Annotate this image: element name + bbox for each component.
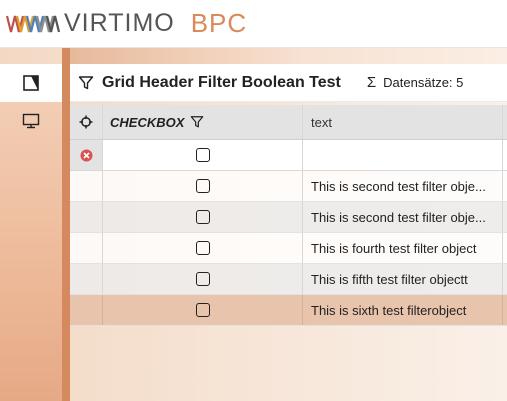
- row-marker: [70, 264, 103, 294]
- grid-header-row: CHECKBOX text: [70, 105, 507, 140]
- table-row[interactable]: This is fifth test filter objectt: [70, 264, 507, 295]
- row-checkbox[interactable]: [195, 272, 210, 286]
- column-header-checkbox-label: CHECKBOX: [110, 114, 185, 130]
- row-marker: [70, 202, 103, 232]
- text-cell: This is sixth test filterobject: [303, 295, 503, 325]
- panel-toolbar: Grid Header Filter Boolean Test Σ Datens…: [70, 64, 507, 102]
- table-row[interactable]: This is second test filter obje...: [70, 202, 507, 233]
- row-checkbox[interactable]: [195, 303, 210, 317]
- column-header-text[interactable]: text: [303, 105, 503, 139]
- brand-logo[interactable]: VIRTIMO BPC: [0, 0, 247, 48]
- main-panel: Grid Header Filter Boolean Test Σ Datens…: [70, 64, 507, 401]
- clear-filter-cell[interactable]: [70, 140, 103, 170]
- grid-filter-row: [70, 140, 507, 171]
- panel-title: Grid Header Filter Boolean Test: [102, 73, 341, 91]
- column-filter-icon[interactable]: [190, 115, 204, 129]
- module-icon: [22, 74, 40, 92]
- row-spacer: [503, 295, 507, 325]
- checkbox-cell: [103, 171, 303, 201]
- record-count: Σ Datensätze: 5: [367, 74, 464, 91]
- row-checkbox[interactable]: [195, 210, 210, 224]
- brand-logo-mark: [6, 14, 62, 34]
- checkbox-cell: [103, 295, 303, 325]
- record-count-label: Datensätze: 5: [383, 75, 464, 90]
- row-spacer: [503, 233, 507, 263]
- brand-name: VIRTIMO: [64, 9, 175, 37]
- checkbox-cell: [103, 202, 303, 232]
- table-row-selected[interactable]: This is sixth test filterobject: [70, 295, 507, 326]
- text-filter-input[interactable]: [303, 140, 503, 170]
- checkbox-filter[interactable]: [195, 148, 210, 162]
- text-cell: This is second test filter obje...: [303, 202, 503, 232]
- row-spacer: [503, 171, 507, 201]
- checkbox-cell: [103, 233, 303, 263]
- sum-icon: Σ: [366, 74, 377, 91]
- row-marker: [70, 171, 103, 201]
- row-marker: [70, 233, 103, 263]
- row-checkbox[interactable]: [195, 241, 210, 255]
- checkbox-filter-cell: [103, 140, 303, 170]
- app-header: VIRTIMO BPC: [0, 0, 507, 48]
- column-header-spacer: [503, 105, 507, 139]
- row-spacer: [503, 202, 507, 232]
- sidebar-item-modules[interactable]: [0, 64, 62, 102]
- clear-filter-icon[interactable]: [80, 149, 93, 162]
- table-row[interactable]: This is second test filter obje...: [70, 171, 507, 202]
- filter-spacer: [503, 140, 507, 170]
- data-grid: CHECKBOX text This is second test filter…: [70, 105, 507, 326]
- text-cell: This is fourth test filter object: [303, 233, 503, 263]
- monitor-icon: [22, 113, 40, 129]
- text-cell: This is second test filter obje...: [303, 171, 503, 201]
- row-marker: [70, 295, 103, 325]
- table-row[interactable]: This is fourth test filter object: [70, 233, 507, 264]
- checkbox-cell: [103, 264, 303, 294]
- sidebar: [0, 64, 62, 401]
- text-cell: This is fifth test filter objectt: [303, 264, 503, 294]
- column-chooser-cell[interactable]: [70, 105, 103, 139]
- filter-icon[interactable]: [78, 75, 94, 91]
- column-header-checkbox[interactable]: CHECKBOX: [103, 105, 303, 139]
- crosshair-icon[interactable]: [79, 115, 93, 129]
- product-name: BPC: [190, 8, 248, 38]
- sidebar-item-monitor[interactable]: [0, 102, 62, 140]
- header-stripe: [62, 48, 507, 64]
- row-spacer: [503, 264, 507, 294]
- sidebar-divider[interactable]: [62, 48, 70, 401]
- row-checkbox[interactable]: [195, 179, 210, 193]
